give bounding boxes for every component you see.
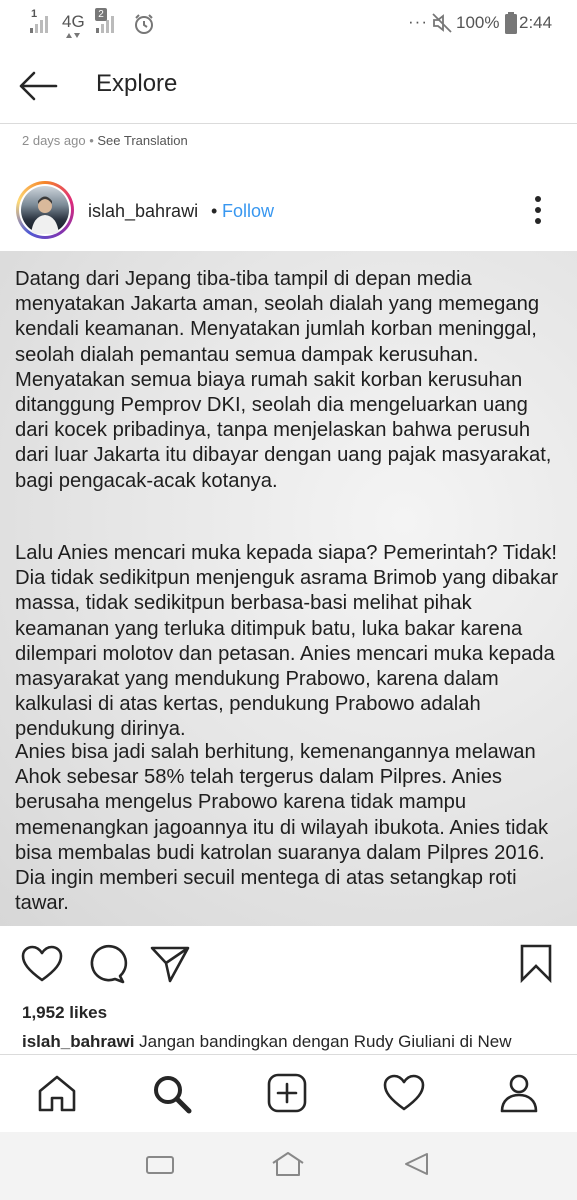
bookmark-icon[interactable] bbox=[514, 942, 558, 984]
activity-heart-icon[interactable] bbox=[382, 1073, 426, 1113]
caption-text: Jangan bandingkan dengan Rudy Giuliani d… bbox=[134, 1032, 512, 1051]
sim-2-label: 2 bbox=[95, 8, 107, 21]
page-title: Explore bbox=[96, 70, 178, 97]
caption-username[interactable]: islah_bahrawi bbox=[22, 1032, 134, 1051]
clock-time: 2:44 bbox=[519, 13, 553, 32]
mute-icon bbox=[432, 13, 452, 33]
heart-icon[interactable] bbox=[20, 944, 64, 984]
post-username[interactable]: islah_bahrawi bbox=[88, 201, 198, 222]
battery-percent: 100% bbox=[456, 13, 500, 32]
system-navigation-bar bbox=[0, 1132, 577, 1200]
sim-1-label: 1 bbox=[31, 8, 38, 20]
post-image[interactable]: Datang dari Jepang tiba-tiba tampil di d… bbox=[0, 251, 577, 926]
more-notifications-indicator: ··· bbox=[408, 12, 428, 31]
recent-apps-icon[interactable] bbox=[144, 1152, 176, 1178]
search-icon[interactable] bbox=[150, 1072, 194, 1114]
data-arrows-icon bbox=[66, 33, 80, 38]
post-actions bbox=[0, 926, 577, 1000]
post-age: 2 days ago bbox=[22, 133, 86, 148]
avatar[interactable] bbox=[16, 181, 74, 239]
likes-count[interactable]: 1,952 likes bbox=[22, 1003, 107, 1023]
back-arrow-icon[interactable] bbox=[16, 66, 60, 106]
app-bar: Explore bbox=[0, 48, 577, 124]
more-options-icon[interactable] bbox=[528, 193, 548, 227]
image-paragraph-1: Datang dari Jepang tiba-tiba tampil di d… bbox=[15, 268, 552, 492]
username-separator-dot: • bbox=[211, 201, 218, 221]
add-post-icon[interactable] bbox=[266, 1072, 310, 1114]
post-header: islah_bahrawi • Follow bbox=[0, 163, 577, 251]
home-button-icon[interactable] bbox=[270, 1149, 306, 1179]
image-paragraph-2: Lalu Anies mencari muka kepada siapa? Pe… bbox=[15, 542, 559, 741]
paper-plane-icon[interactable] bbox=[148, 943, 192, 985]
alarm-clock-icon bbox=[135, 14, 153, 34]
image-paragraph-3: Anies bisa jadi salah berhitung, kemenan… bbox=[15, 741, 549, 915]
see-translation-link[interactable]: See Translation bbox=[97, 133, 187, 148]
status-bar: 1 4G 2 ··· 100% 2:44 bbox=[0, 0, 577, 48]
comment-bubble-icon[interactable] bbox=[86, 943, 128, 985]
home-icon[interactable] bbox=[36, 1073, 78, 1113]
person-silhouette-icon bbox=[31, 196, 59, 234]
battery-icon bbox=[505, 12, 517, 34]
post-meta: 2 days ago • See Translation bbox=[22, 133, 188, 148]
back-button-icon[interactable] bbox=[400, 1150, 432, 1178]
meta-separator: • bbox=[85, 133, 98, 148]
profile-icon[interactable] bbox=[498, 1072, 540, 1114]
bottom-navigation bbox=[0, 1054, 577, 1132]
network-type-label: 4G bbox=[62, 12, 85, 31]
post-caption: islah_bahrawi Jangan bandingkan dengan R… bbox=[22, 1032, 562, 1052]
follow-button[interactable]: Follow bbox=[222, 201, 274, 222]
avatar-image bbox=[21, 186, 69, 234]
